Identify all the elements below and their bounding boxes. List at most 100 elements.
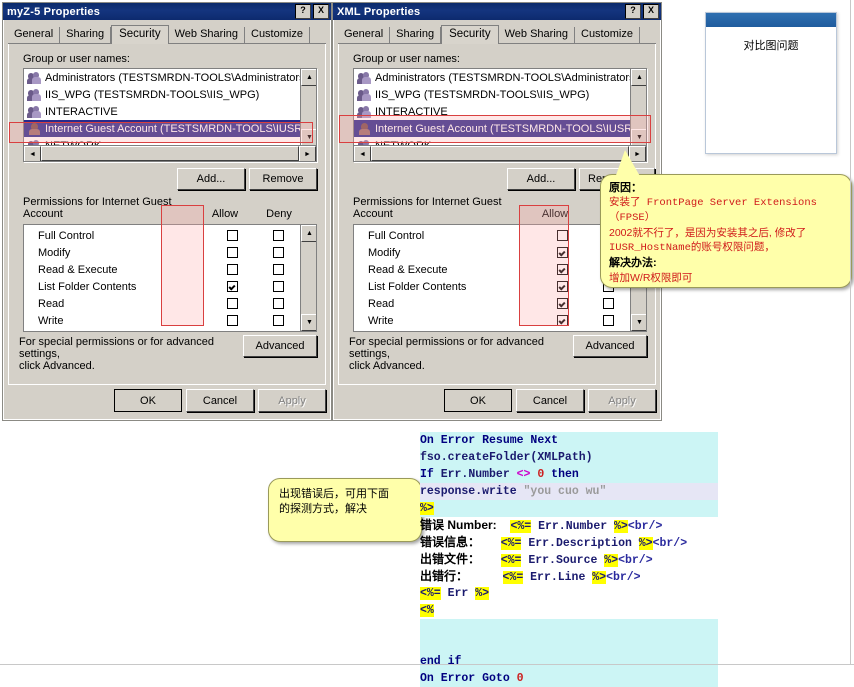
cancel-button[interactable]: Cancel: [516, 389, 584, 412]
tab-customize[interactable]: Customize: [245, 27, 310, 43]
allow-checkbox-cell[interactable]: [209, 230, 255, 241]
allow-checkbox-cell[interactable]: [209, 247, 255, 258]
add-button[interactable]: Add...: [177, 168, 245, 190]
tab-general[interactable]: General: [8, 27, 61, 43]
dialog1-permissions-list[interactable]: Full Control Modify Read & Execute List …: [23, 224, 317, 332]
scroll-up-icon[interactable]: ▲: [301, 225, 316, 242]
allow-checkbox[interactable]: [226, 230, 238, 241]
table-row[interactable]: Modify: [24, 244, 301, 261]
scroll-down-icon[interactable]: ▼: [631, 314, 646, 331]
allow-checkbox[interactable]: [226, 298, 238, 309]
table-row[interactable]: Read & Execute: [354, 261, 631, 278]
list-item-selected[interactable]: Internet Guest Account (TESTSMRDN-TOOLS\…: [24, 120, 316, 137]
tab-sharing[interactable]: Sharing: [60, 27, 112, 43]
list-item[interactable]: INTERACTIVE: [24, 103, 301, 120]
dialog1-group-list[interactable]: Administrators (TESTSMRDN-TOOLS\Administ…: [23, 68, 317, 162]
add-button[interactable]: Add...: [507, 168, 575, 190]
remove-button[interactable]: Remove: [249, 168, 317, 190]
help-icon[interactable]: ?: [625, 4, 641, 19]
tab-web-sharing[interactable]: Web Sharing: [498, 27, 575, 43]
deny-checkbox[interactable]: [272, 298, 284, 309]
allow-checkbox-cell[interactable]: [539, 315, 585, 326]
list-item[interactable]: IIS_WPG (TESTSMRDN-TOOLS\IIS_WPG): [24, 86, 301, 103]
list-item[interactable]: Administrators (TESTSMRDN-TOOLS\Administ…: [24, 69, 308, 86]
scroll-up-icon[interactable]: ▲: [301, 69, 316, 86]
allow-checkbox[interactable]: [226, 315, 238, 326]
allow-checkbox-cell[interactable]: [539, 298, 585, 309]
scroll-right-icon[interactable]: ►: [299, 146, 316, 161]
allow-checkbox[interactable]: [226, 247, 238, 258]
allow-checkbox[interactable]: [556, 264, 568, 275]
list-item[interactable]: IIS_WPG (TESTSMRDN-TOOLS\IIS_WPG): [354, 86, 631, 103]
deny-checkbox[interactable]: [602, 315, 614, 326]
table-row[interactable]: Full Control: [24, 227, 301, 244]
deny-checkbox[interactable]: [272, 281, 284, 292]
list-item-selected[interactable]: Internet Guest Account (TESTSMRDN-TOOLS\…: [354, 120, 646, 137]
scroll-down-icon[interactable]: ▼: [631, 129, 646, 146]
group-list-vscrollbar[interactable]: ▲ ▼: [630, 69, 646, 146]
allow-checkbox-cell[interactable]: [209, 281, 255, 292]
deny-checkbox[interactable]: [602, 298, 614, 309]
hscroll-thumb[interactable]: [371, 146, 629, 161]
table-row[interactable]: Read: [24, 295, 301, 312]
table-row[interactable]: Write: [354, 312, 631, 329]
tab-general[interactable]: General: [338, 27, 391, 43]
dialog2-group-list[interactable]: Administrators (TESTSMRDN-TOOLS\Administ…: [353, 68, 647, 162]
table-row[interactable]: Modify: [354, 244, 631, 261]
allow-checkbox-cell[interactable]: [539, 281, 585, 292]
deny-checkbox-cell[interactable]: [255, 315, 301, 326]
deny-checkbox-cell[interactable]: [255, 298, 301, 309]
allow-checkbox-cell[interactable]: [209, 264, 255, 275]
allow-checkbox-cell[interactable]: [539, 264, 585, 275]
ok-button[interactable]: OK: [444, 389, 512, 412]
group-list-vscrollbar[interactable]: ▲ ▼: [300, 69, 316, 146]
allow-checkbox-cell[interactable]: [539, 230, 585, 241]
list-item[interactable]: INTERACTIVE: [354, 103, 631, 120]
table-row[interactable]: Special Permissions: [24, 329, 301, 331]
table-row[interactable]: List Folder Contents: [354, 278, 631, 295]
hscroll-thumb[interactable]: [41, 146, 299, 161]
close-icon[interactable]: X: [643, 4, 659, 19]
table-row[interactable]: Full Control: [354, 227, 631, 244]
allow-checkbox-cell[interactable]: [539, 247, 585, 258]
allow-checkbox[interactable]: [556, 298, 568, 309]
scroll-down-icon[interactable]: ▼: [301, 129, 316, 146]
deny-checkbox-cell[interactable]: [255, 230, 301, 241]
deny-checkbox-cell[interactable]: [255, 264, 301, 275]
permissions-vscrollbar[interactable]: ▲ ▼: [300, 225, 316, 331]
help-icon[interactable]: ?: [295, 4, 311, 19]
advanced-button[interactable]: Advanced: [243, 335, 317, 357]
allow-checkbox-cell[interactable]: [209, 298, 255, 309]
deny-checkbox-cell[interactable]: [585, 298, 631, 309]
deny-checkbox-cell[interactable]: [255, 281, 301, 292]
allow-checkbox[interactable]: [556, 315, 568, 326]
deny-checkbox-cell[interactable]: [255, 247, 301, 258]
scroll-up-icon[interactable]: ▲: [631, 69, 646, 86]
dialog2-titlebar[interactable]: XML Properties ? X: [333, 3, 661, 20]
allow-checkbox[interactable]: [226, 264, 238, 275]
tab-sharing[interactable]: Sharing: [390, 27, 442, 43]
scroll-down-icon[interactable]: ▼: [301, 314, 316, 331]
ok-button[interactable]: OK: [114, 389, 182, 412]
list-item[interactable]: Administrators (TESTSMRDN-TOOLS\Administ…: [354, 69, 638, 86]
table-row[interactable]: List Folder Contents: [24, 278, 301, 295]
scroll-left-icon[interactable]: ◄: [354, 146, 371, 161]
allow-checkbox-cell[interactable]: [209, 315, 255, 326]
allow-checkbox[interactable]: [556, 281, 568, 292]
deny-checkbox[interactable]: [272, 230, 284, 241]
table-row[interactable]: Read: [354, 295, 631, 312]
close-icon[interactable]: X: [313, 4, 329, 19]
table-row[interactable]: Special Permissions: [354, 329, 631, 331]
advanced-button[interactable]: Advanced: [573, 335, 647, 357]
allow-checkbox[interactable]: [556, 230, 568, 241]
tab-security[interactable]: Security: [111, 25, 169, 45]
deny-checkbox-cell[interactable]: [585, 315, 631, 326]
allow-checkbox[interactable]: [226, 281, 238, 292]
tab-security[interactable]: Security: [441, 25, 499, 45]
table-row[interactable]: Read & Execute: [24, 261, 301, 278]
group-list-hscrollbar[interactable]: ◄ ►: [24, 145, 316, 161]
deny-checkbox[interactable]: [272, 247, 284, 258]
tab-web-sharing[interactable]: Web Sharing: [168, 27, 245, 43]
dialog1-titlebar[interactable]: myZ-5 Properties ? X: [3, 3, 331, 20]
scroll-left-icon[interactable]: ◄: [24, 146, 41, 161]
